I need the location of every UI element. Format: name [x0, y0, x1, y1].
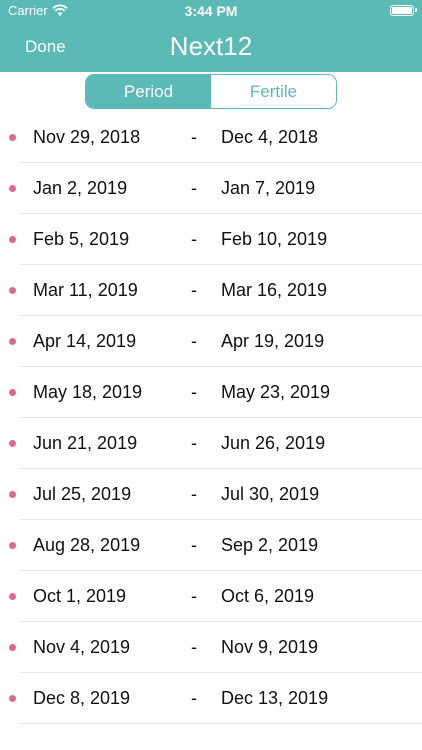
list-item[interactable]: Nov 4, 2019 - Nov 9, 2019: [0, 622, 422, 673]
period-end-date: Dec 4, 2018: [221, 127, 319, 147]
date-separator: -: [191, 331, 197, 351]
date-separator: -: [191, 535, 197, 555]
date-separator: -: [191, 637, 197, 657]
period-start-date: Feb 5, 2019: [33, 229, 130, 249]
period-end-date: Feb 10, 2019: [221, 229, 328, 249]
period-dot-icon: [9, 236, 16, 243]
period-fertile-segmented-control: Period Fertile: [85, 74, 337, 109]
period-end-date: Sep 2, 2019: [221, 535, 319, 555]
list-item[interactable]: Oct 1, 2019 - Oct 6, 2019: [0, 571, 422, 622]
list-item[interactable]: May 18, 2019 - May 23, 2019: [0, 367, 422, 418]
date-separator: -: [191, 178, 197, 198]
period-start-date: Nov 29, 2018: [33, 127, 141, 147]
date-separator: -: [191, 688, 197, 708]
list-item[interactable]: Dec 8, 2019 - Dec 13, 2019: [0, 673, 422, 724]
period-dot-icon: [9, 134, 16, 141]
period-end-date: Mar 16, 2019: [221, 280, 328, 300]
page-title: Next12: [169, 31, 253, 61]
period-start-date: Mar 11, 2019: [33, 280, 138, 300]
period-dot-icon: [9, 287, 16, 294]
period-start-date: Jun 21, 2019: [33, 433, 138, 453]
period-start-date: Jul 25, 2019: [33, 484, 132, 504]
period-start-date: Apr 14, 2019: [33, 331, 137, 351]
period-end-date: Nov 9, 2019: [221, 637, 319, 657]
status-bar: Carrier 3:44 PM: [0, 0, 422, 22]
period-end-date: Jul 30, 2019: [221, 484, 320, 504]
period-dot-icon: [9, 644, 16, 651]
list-item[interactable]: Apr 14, 2019 - Apr 19, 2019: [0, 316, 422, 367]
list-item[interactable]: Jan 2, 2019 - Jan 7, 2019: [0, 163, 422, 214]
period-end-date: Oct 6, 2019: [221, 586, 315, 606]
battery-icon: [390, 5, 417, 16]
segment-period[interactable]: Period: [86, 75, 211, 108]
list-item[interactable]: Feb 5, 2019 - Feb 10, 2019: [0, 214, 422, 265]
period-dot-icon: [9, 542, 16, 549]
period-dot-icon: [9, 593, 16, 600]
period-start-date: Dec 8, 2019: [33, 688, 131, 708]
period-end-date: Apr 19, 2019: [221, 331, 325, 351]
list-item[interactable]: Mar 11, 2019 - Mar 16, 2019: [0, 265, 422, 316]
date-separator: -: [191, 484, 197, 504]
navigation-bar: Done Next12: [0, 22, 422, 72]
period-start-date: Nov 4, 2019: [33, 637, 131, 657]
period-end-date: Dec 13, 2019: [221, 688, 329, 708]
list-item[interactable]: Nov 29, 2018 - Dec 4, 2018: [0, 112, 422, 163]
period-end-date: Jun 26, 2019: [221, 433, 326, 453]
period-dot-icon: [9, 440, 16, 447]
list-item[interactable]: Jul 25, 2019 - Jul 30, 2019: [0, 469, 422, 520]
segment-fertile[interactable]: Fertile: [211, 75, 336, 108]
period-end-date: Jan 7, 2019: [221, 178, 316, 198]
list-item[interactable]: Jun 21, 2019 - Jun 26, 2019: [0, 418, 422, 469]
date-separator: -: [191, 127, 197, 147]
status-time: 3:44 PM: [184, 3, 238, 19]
period-start-date: Jan 2, 2019: [33, 178, 128, 198]
date-separator: -: [191, 229, 197, 249]
list-item[interactable]: Aug 28, 2019 - Sep 2, 2019: [0, 520, 422, 571]
date-separator: -: [191, 382, 197, 402]
period-start-date: Aug 28, 2019: [33, 535, 141, 555]
date-separator: -: [191, 433, 197, 453]
period-dot-icon: [9, 695, 16, 702]
period-dot-icon: [9, 491, 16, 498]
date-separator: -: [191, 280, 197, 300]
date-separator: -: [191, 586, 197, 606]
period-dot-icon: [9, 185, 16, 192]
period-dot-icon: [9, 338, 16, 345]
period-end-date: May 23, 2019: [221, 382, 331, 402]
period-list: Nov 29, 2018- Dec 4, 2018 Jan 2, 2019- Jan …: [0, 112, 422, 724]
period-start-date: May 18, 2019: [33, 382, 143, 402]
period-start-date: Oct 1, 2019: [33, 586, 127, 606]
period-dot-icon: [9, 389, 16, 396]
